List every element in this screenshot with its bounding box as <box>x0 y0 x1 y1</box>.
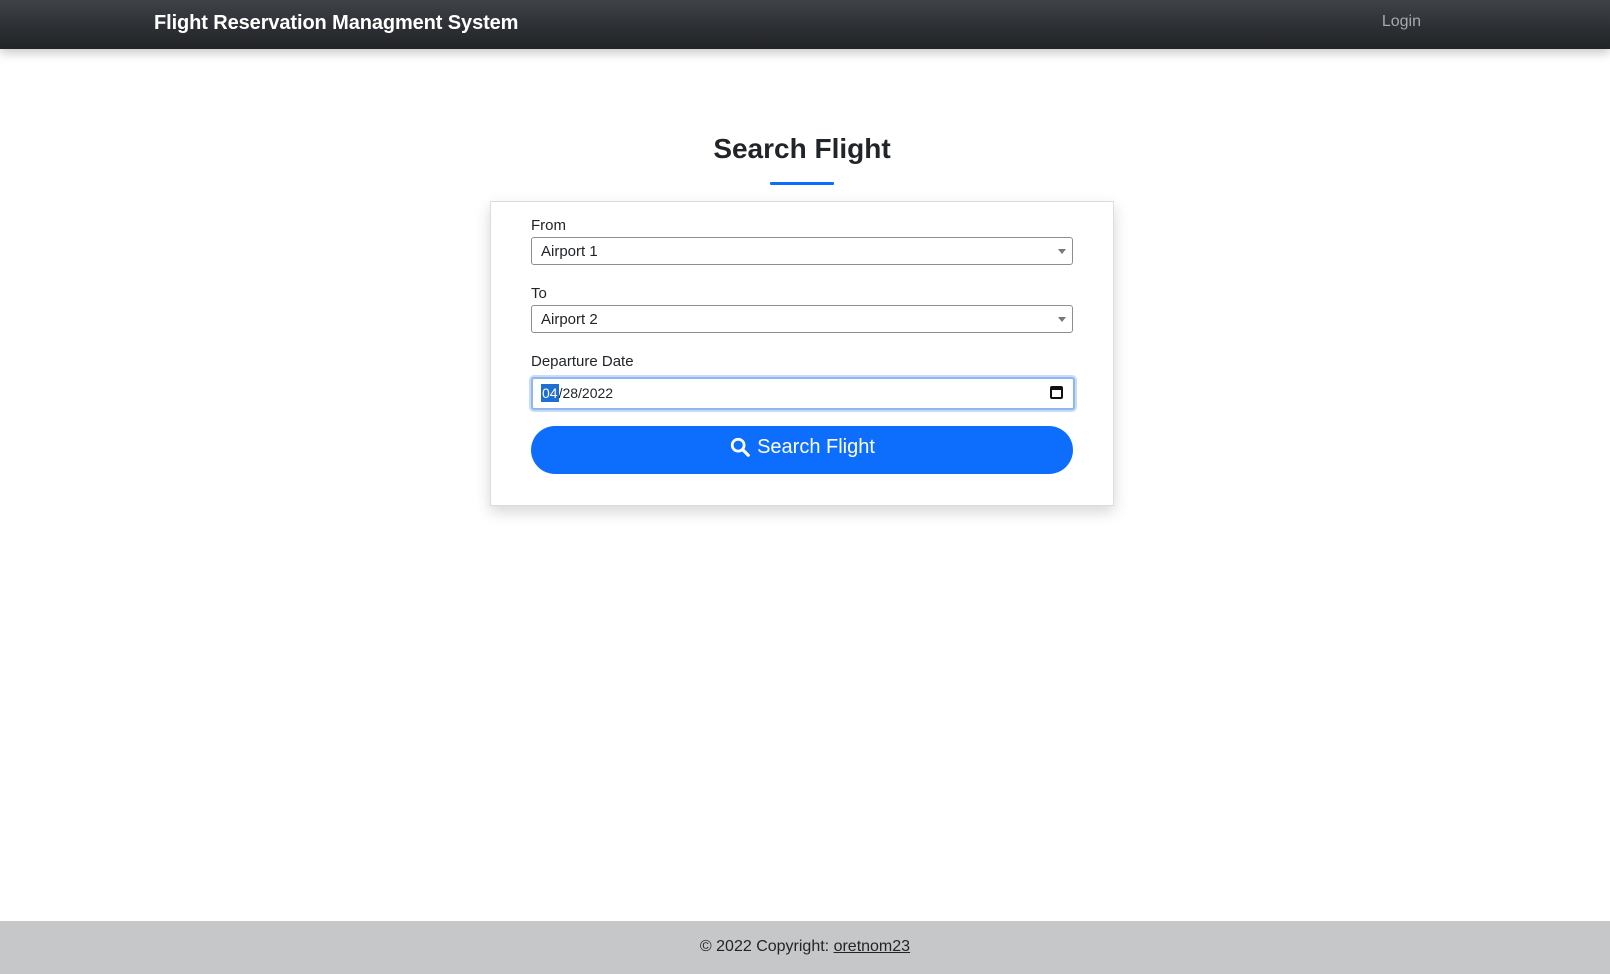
departure-date-input[interactable]: 04/28/2022 <box>531 377 1075 410</box>
login-link[interactable]: Login <box>1382 13 1421 31</box>
search-form-card: From Airport 1 To Airport 2 Departure Da… <box>490 201 1114 506</box>
footer-copyright: © 2022 Copyright: <box>699 938 834 955</box>
footer-author-link[interactable]: oretnom23 <box>834 938 911 955</box>
to-select-value: Airport 2 <box>541 311 598 328</box>
to-label: To <box>531 285 547 302</box>
page-title: Search Flight <box>713 133 891 164</box>
search-flight-button-label: Search Flight <box>757 435 875 458</box>
chevron-down-icon <box>1058 317 1066 322</box>
footer: © 2022 Copyright: oretnom23 <box>0 921 1610 974</box>
from-select[interactable]: Airport 1 <box>531 237 1073 265</box>
from-select-value: Airport 1 <box>541 243 598 260</box>
chevron-down-icon <box>1058 249 1066 254</box>
date-rest-segment[interactable]: /28/2022 <box>559 385 614 401</box>
departure-date-label: Departure Date <box>531 353 634 370</box>
search-icon <box>730 438 750 458</box>
search-flight-button[interactable]: Search Flight <box>531 426 1073 474</box>
from-label: From <box>531 217 566 234</box>
title-underline <box>770 182 834 185</box>
brand-title[interactable]: Flight Reservation Managment System <box>154 12 518 35</box>
to-select[interactable]: Airport 2 <box>531 305 1073 333</box>
calendar-icon[interactable] <box>1050 386 1063 399</box>
navbar: Flight Reservation Managment System Logi… <box>0 0 1610 49</box>
date-month-segment[interactable]: 04 <box>541 384 559 402</box>
